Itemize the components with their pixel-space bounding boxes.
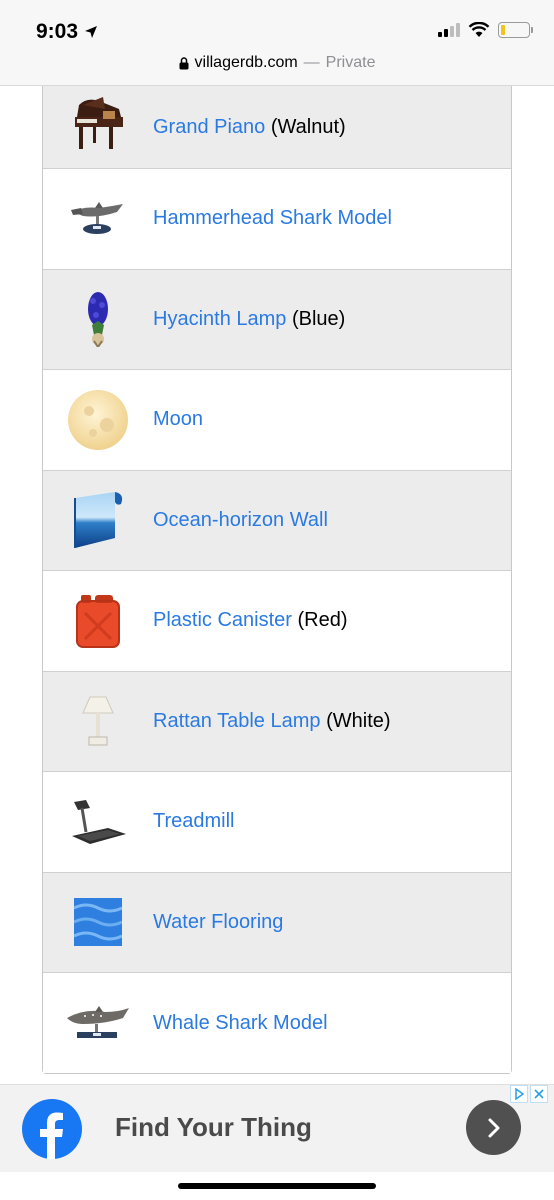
plastic-canister-icon [76,594,120,648]
url-domain: villagerdb.com [194,54,298,71]
item-thumbnail [43,672,153,772]
wifi-icon [468,22,490,37]
item-label: Hyacinth Lamp (Blue) [153,308,345,331]
ad-banner[interactable]: Find Your Thing [0,1084,554,1172]
list-item[interactable]: Moon [43,370,511,471]
location-arrow-icon [85,26,98,38]
ad-choices-icon[interactable] [510,1085,528,1103]
list-item[interactable]: Treadmill [43,772,511,873]
item-thumbnail [43,370,153,470]
time-label: 9:03 [36,20,79,43]
list-item[interactable]: Hyacinth Lamp (Blue) [43,269,511,370]
list-item[interactable]: Plastic Canister (Red) [43,571,511,672]
list-item[interactable]: Rattan Table Lamp (White) [43,671,511,772]
item-name-link[interactable]: Moon [153,408,203,430]
item-name-link[interactable]: Ocean-horizon Wall [153,509,328,531]
list-item[interactable]: Water Flooring [43,872,511,973]
item-name-link[interactable]: Treadmill [153,810,235,832]
cellular-signal-icon [438,23,460,37]
item-variant: (White) [326,709,391,732]
url-separator: — [303,54,320,71]
item-variant: (Walnut) [270,115,346,138]
item-thumbnail [43,471,153,571]
url-private-label: Private [325,54,376,71]
whale-shark-model-icon [67,1006,129,1038]
browser-top-bar: 9:03 villagerdb.com — Private [0,0,554,86]
list-item[interactable]: Hammerhead Shark Model [43,169,511,270]
hammerhead-shark-model-icon [71,201,123,234]
chevron-right-icon [488,1118,499,1137]
list-item[interactable]: Whale Shark Model [43,973,511,1073]
treadmill-icon [72,799,126,844]
battery-icon [498,22,533,38]
ad-close-icon[interactable] [530,1085,548,1103]
status-indicators [438,22,533,38]
item-list: Grand Piano (Walnut) Hammerhead Shark Mo… [42,86,512,1074]
grand-piano-icon [75,97,123,149]
item-name-link[interactable]: Grand Piano [153,116,265,138]
list-item[interactable]: Grand Piano (Walnut) [43,86,511,169]
item-name-link[interactable]: Whale Shark Model [153,1012,328,1034]
item-name-link[interactable]: Water Flooring [153,911,283,933]
item-thumbnail [43,973,153,1073]
lock-icon [179,56,189,69]
item-thumbnail [43,169,153,269]
hyacinth-lamp-icon [88,292,108,348]
item-variant: (Blue) [291,307,346,330]
ocean-horizon-wall-icon [74,492,123,549]
ad-title[interactable]: Find Your Thing [115,1112,312,1143]
list-item[interactable]: Ocean-horizon Wall [43,470,511,571]
item-label: Plastic Canister (Red) [153,609,348,632]
item-thumbnail [43,86,153,168]
item-thumbnail [43,571,153,671]
item-name-link[interactable]: Rattan Table Lamp [153,710,321,732]
moon-icon [68,389,128,450]
item-thumbnail [43,772,153,872]
item-name-link[interactable]: Hammerhead Shark Model [153,207,392,229]
water-flooring-icon [74,898,122,947]
url-bar[interactable]: villagerdb.com — Private [0,54,554,72]
item-label: Whale Shark Model [153,1012,328,1035]
item-label: Ocean-horizon Wall [153,509,328,532]
rattan-table-lamp-icon [82,696,114,746]
item-label: Treadmill [153,810,235,833]
item-label: Rattan Table Lamp (White) [153,710,391,733]
ad-choices[interactable] [510,1085,548,1103]
item-thumbnail [43,873,153,973]
item-label: Moon [153,408,203,431]
item-label: Hammerhead Shark Model [153,207,392,230]
status-time: 9:03 [36,20,98,44]
home-indicator[interactable] [178,1183,376,1189]
facebook-icon [22,1099,82,1159]
item-label: Water Flooring [153,911,283,934]
item-variant: (Red) [297,609,348,632]
item-name-link[interactable]: Hyacinth Lamp [153,308,286,330]
item-thumbnail [43,270,153,370]
item-name-link[interactable]: Plastic Canister [153,609,292,631]
item-label: Grand Piano (Walnut) [153,116,346,139]
ad-next-button[interactable] [466,1100,521,1155]
